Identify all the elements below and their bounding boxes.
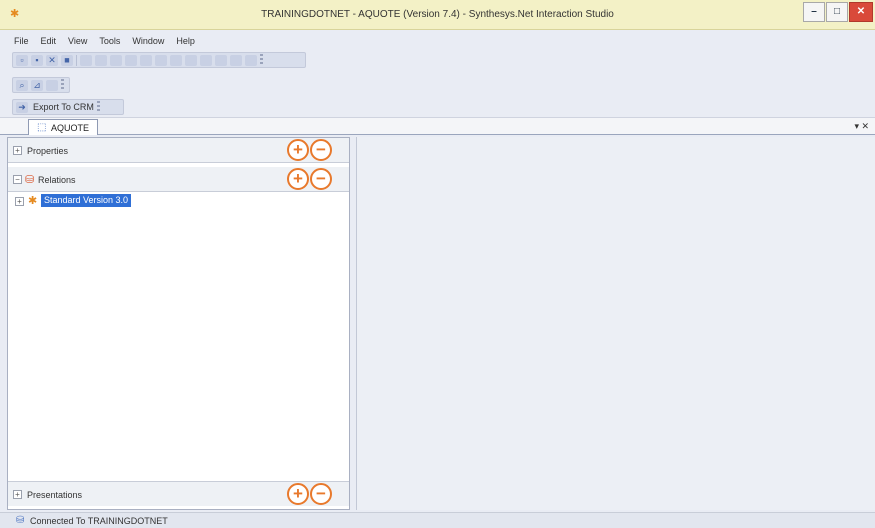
tab-close-icon[interactable]: ▾ ✕ (854, 121, 869, 132)
secondary-toolbar: ⌕ ⊿ (12, 77, 70, 93)
add-relation-button[interactable]: + (287, 168, 309, 190)
menu-bar: File Edit View Tools Window Help (14, 36, 195, 48)
relations-tree: + ✱ Standard Version 3.0 (8, 193, 349, 209)
connection-status: Connected To TRAININGDOTNET (30, 516, 168, 526)
toolbar-grip[interactable] (96, 101, 100, 113)
window-title: TRAININGDOTNET - AQUOTE (Version 7.4) - … (261, 9, 614, 20)
redo-icon[interactable] (140, 54, 152, 66)
copy-icon[interactable] (95, 54, 107, 66)
relations-section: − ⛁ Relations + − (8, 167, 349, 192)
design-canvas[interactable] (356, 137, 875, 510)
properties-section: + Properties + − (8, 138, 349, 163)
menu-help[interactable]: Help (176, 36, 195, 48)
export-to-crm-button[interactable]: Export To CRM (33, 102, 94, 112)
tab-label: AQUOTE (51, 123, 90, 133)
save-icon[interactable]: ■ (61, 54, 73, 66)
undo-icon[interactable] (125, 54, 137, 66)
maximize-button[interactable]: □ (826, 2, 848, 22)
stop-icon[interactable] (230, 54, 242, 66)
build-icon[interactable] (200, 54, 212, 66)
tree-expand-icon[interactable]: + (15, 197, 24, 206)
remove-presentation-button[interactable]: − (310, 483, 332, 505)
cut-icon[interactable] (80, 54, 92, 66)
presentations-section: + Presentations + − (8, 481, 349, 506)
add-property-button[interactable]: + (287, 139, 309, 161)
status-bar: ⛁ Connected To TRAININGDOTNET (0, 512, 875, 528)
tab-aquote[interactable]: ⬚ AQUOTE (28, 119, 98, 135)
replace-icon[interactable] (170, 54, 182, 66)
presentations-expand-icon[interactable]: + (13, 490, 22, 499)
menu-view[interactable]: View (68, 36, 87, 48)
menu-file[interactable]: File (14, 36, 29, 48)
help-icon[interactable] (245, 54, 257, 66)
script-node-icon: ✱ (28, 195, 38, 207)
menu-tools[interactable]: Tools (99, 36, 120, 48)
title-bar: ✱ TRAININGDOTNET - AQUOTE (Version 7.4) … (0, 0, 875, 30)
document-tab-strip: ⬚ AQUOTE ▾ ✕ (0, 117, 875, 135)
delete-icon[interactable]: ✕ (46, 54, 58, 66)
properties-label: Properties (27, 146, 69, 156)
minimize-button[interactable]: – (803, 2, 825, 22)
properties-icon[interactable] (185, 54, 197, 66)
open-icon[interactable]: ▪ (31, 54, 43, 66)
export-toolbar: ➜ Export To CRM (12, 99, 124, 115)
remove-property-button[interactable]: − (310, 139, 332, 161)
designer-panel: + Properties + − − ⛁ Relations + − + ✱ S… (7, 137, 350, 510)
filter-icon[interactable]: ⊿ (31, 79, 43, 91)
search-icon[interactable]: ⌕ (16, 79, 28, 91)
menu-window[interactable]: Window (132, 36, 164, 48)
run-icon[interactable] (215, 54, 227, 66)
remove-relation-button[interactable]: − (310, 168, 332, 190)
properties-expand-icon[interactable]: + (13, 146, 22, 155)
find-icon[interactable] (155, 54, 167, 66)
close-button[interactable]: ✕ (849, 2, 873, 22)
toolbar-grip[interactable] (260, 54, 263, 66)
refresh-icon[interactable] (46, 79, 58, 91)
relations-collapse-icon[interactable]: − (13, 175, 22, 184)
add-presentation-button[interactable]: + (287, 483, 309, 505)
paste-icon[interactable] (110, 54, 122, 66)
main-toolbar: ▫ ▪ ✕ ■ (12, 52, 306, 68)
presentations-label: Presentations (27, 490, 83, 500)
relations-icon: ⛁ (25, 174, 35, 186)
relations-label: Relations (38, 175, 76, 185)
toolbar-grip[interactable] (61, 79, 64, 91)
new-icon[interactable]: ▫ (16, 54, 28, 66)
menu-edit[interactable]: Edit (41, 36, 57, 48)
toolbar-separator (76, 54, 77, 66)
tree-item[interactable]: + ✱ Standard Version 3.0 (8, 193, 349, 209)
export-icon: ➜ (16, 101, 28, 113)
tree-item-label[interactable]: Standard Version 3.0 (41, 194, 132, 207)
document-icon: ⬚ (37, 122, 47, 133)
connection-icon: ⛁ (16, 515, 25, 526)
